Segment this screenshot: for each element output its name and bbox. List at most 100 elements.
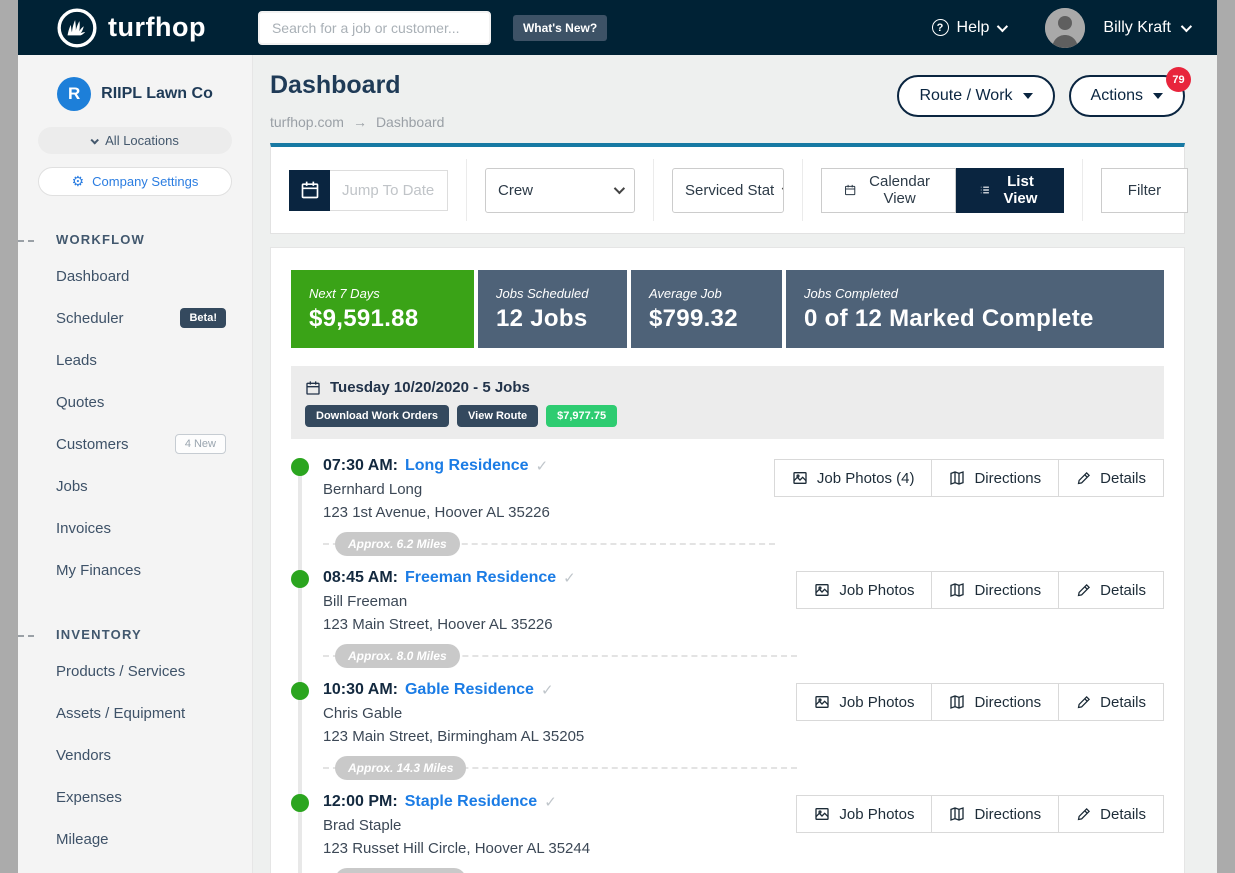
actions-button[interactable]: Actions 79 — [1069, 75, 1185, 117]
sidebar-item-badge: 4 New — [175, 434, 226, 454]
sidebar-item[interactable]: Expenses — [18, 776, 252, 818]
directions-button[interactable]: Directions — [931, 571, 1059, 609]
job-person: Bernhard Long — [323, 481, 775, 498]
job-actions: Job Photos Directions Details — [797, 681, 1164, 793]
sidebar-item[interactable]: Mileage — [18, 818, 252, 860]
crew-select[interactable]: Crew — [485, 168, 635, 213]
job-person: Chris Gable — [323, 705, 797, 722]
app-window: turfhop What's New? ? Help Billy Kraft — [18, 0, 1217, 873]
workflow-items: Dashboard Scheduler Beta! Leads Quotes C… — [18, 255, 252, 591]
job-residence-link[interactable]: Staple Residence — [405, 793, 538, 811]
job-photos-button[interactable]: Job Photos — [796, 683, 932, 721]
job-residence-link[interactable]: Gable Residence — [405, 681, 534, 699]
details-button[interactable]: Details — [1058, 683, 1164, 721]
user-avatar[interactable] — [1045, 8, 1085, 48]
sidebar-item[interactable]: Invoices — [18, 507, 252, 549]
date-picker-button[interactable] — [289, 170, 330, 211]
whats-new-button[interactable]: What's New? — [513, 15, 607, 41]
sidebar-item[interactable]: Quotes — [18, 381, 252, 423]
dashboard-card: Next 7 Days $9,591.88 Jobs Scheduled 12 … — [270, 247, 1185, 873]
image-icon — [792, 470, 808, 486]
help-menu[interactable]: ? Help — [932, 19, 1006, 37]
job-photos-button[interactable]: Job Photos — [796, 795, 932, 833]
company-row[interactable]: R RIIPL Lawn Co — [18, 77, 252, 111]
user-menu[interactable]: Billy Kraft — [1103, 19, 1189, 37]
job-divider: Approx. 6.2 Miles — [323, 543, 775, 555]
top-navbar: turfhop What's New? ? Help Billy Kraft — [18, 0, 1217, 55]
job-person: Brad Staple — [323, 817, 797, 834]
stat-average-job: Average Job $799.32 — [631, 270, 782, 348]
view-toggle-group: Calendar View List View — [803, 159, 1083, 221]
download-work-orders-button[interactable]: Download Work Orders — [305, 405, 449, 427]
sidebar-item[interactable]: Products / Services — [18, 650, 252, 692]
job-row: 07:30 AM: Long Residence ✓ Bernhard Long… — [291, 457, 1164, 569]
sidebar-item[interactable]: Dashboard — [18, 255, 252, 297]
inventory-section: INVENTORY Products / Services Assets / E… — [18, 627, 252, 873]
directions-button[interactable]: Directions — [931, 683, 1059, 721]
search-input[interactable] — [258, 11, 491, 45]
day-title-text: Tuesday 10/20/2020 - 5 Jobs — [330, 379, 530, 396]
stat-next-7-days: Next 7 Days $9,591.88 — [291, 270, 474, 348]
day-header: Tuesday 10/20/2020 - 5 Jobs Download Wor… — [291, 366, 1164, 439]
sidebar-item[interactable]: Purchase Orders — [18, 860, 252, 873]
details-button[interactable]: Details — [1058, 459, 1164, 497]
job-time: 08:45 AM: — [323, 569, 398, 587]
chevron-down-icon — [91, 136, 99, 144]
chevron-down-icon — [782, 183, 784, 194]
help-label: Help — [957, 19, 990, 37]
job-status-dot — [291, 458, 309, 476]
sidebar-item[interactable]: Scheduler Beta! — [18, 297, 252, 339]
map-icon — [949, 470, 965, 486]
directions-button[interactable]: Directions — [931, 795, 1059, 833]
directions-button[interactable]: Directions — [931, 459, 1059, 497]
caret-down-icon — [1023, 93, 1033, 99]
details-button[interactable]: Details — [1058, 571, 1164, 609]
job-status-dot — [291, 570, 309, 588]
pencil-icon — [1076, 471, 1091, 486]
filter-toolbar: Crew Serviced Stat Calendar View — [270, 143, 1185, 234]
all-locations-dropdown[interactable]: All Locations — [38, 127, 232, 154]
job-residence-link[interactable]: Long Residence — [405, 457, 529, 475]
job-actions: Job Photos Directions Details — [797, 569, 1164, 681]
route-work-button[interactable]: Route / Work — [897, 75, 1054, 117]
gear-icon: ⚙ — [72, 173, 85, 190]
view-route-button[interactable]: View Route — [457, 405, 538, 427]
stats-bar: Next 7 Days $9,591.88 Jobs Scheduled 12 … — [291, 270, 1164, 348]
calendar-icon — [305, 380, 321, 396]
details-button[interactable]: Details — [1058, 795, 1164, 833]
filter-button[interactable]: Filter — [1101, 168, 1188, 213]
breadcrumb-root[interactable]: turfhop.com — [270, 114, 344, 130]
calendar-view-button[interactable]: Calendar View — [821, 168, 956, 213]
miles-badge: Approx. 6.2 Miles — [335, 532, 460, 556]
crew-group: Crew — [467, 159, 654, 221]
pencil-icon — [1076, 807, 1091, 822]
caret-down-icon — [1153, 93, 1163, 99]
breadcrumb: turfhop.com → Dashboard — [270, 114, 444, 130]
job-address: 123 Main Street, Hoover AL 35226 — [323, 616, 797, 633]
job-photos-button[interactable]: Job Photos (4) — [774, 459, 933, 497]
brand-logo[interactable]: turfhop — [56, 7, 206, 49]
sidebar-item[interactable]: Assets / Equipment — [18, 692, 252, 734]
job-photos-button[interactable]: Job Photos — [796, 571, 932, 609]
job-divider: Approx. 8.0 Miles — [323, 655, 797, 667]
map-icon — [949, 582, 965, 598]
main-content: Dashboard turfhop.com → Dashboard Route … — [253, 55, 1217, 873]
jump-to-date-input[interactable] — [330, 170, 448, 211]
job-status-dot — [291, 794, 309, 812]
sidebar-item[interactable]: Customers 4 New — [18, 423, 252, 465]
sidebar: R RIIPL Lawn Co All Locations ⚙ Company … — [18, 55, 253, 873]
help-icon: ? — [932, 19, 949, 36]
job-residence-link[interactable]: Freeman Residence — [405, 569, 556, 587]
map-icon — [949, 694, 965, 710]
list-view-button[interactable]: List View — [956, 168, 1064, 213]
stat-jobs-scheduled: Jobs Scheduled 12 Jobs — [478, 270, 627, 348]
sidebar-item[interactable]: Vendors — [18, 734, 252, 776]
serviced-status-select[interactable]: Serviced Stat — [672, 168, 784, 213]
page-title: Dashboard — [270, 71, 444, 100]
company-settings-button[interactable]: ⚙ Company Settings — [38, 167, 232, 196]
sidebar-item[interactable]: My Finances — [18, 549, 252, 591]
sidebar-item[interactable]: Leads — [18, 339, 252, 381]
job-address: 123 Russet Hill Circle, Hoover AL 35244 — [323, 840, 797, 857]
all-locations-label: All Locations — [105, 133, 179, 148]
sidebar-item[interactable]: Jobs — [18, 465, 252, 507]
